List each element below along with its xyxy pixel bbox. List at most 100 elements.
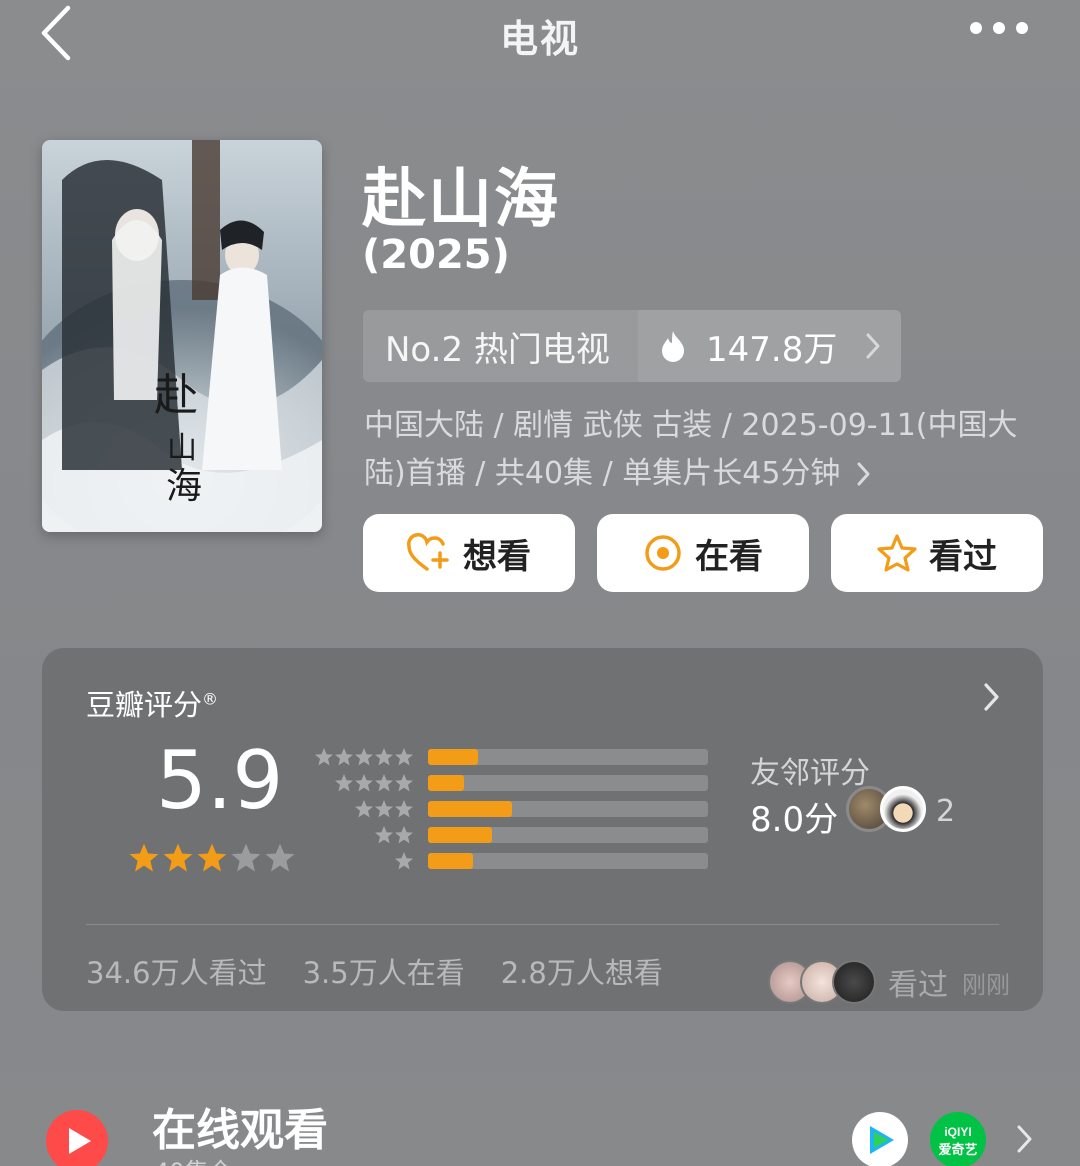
dot-icon: [970, 22, 982, 34]
show-meta[interactable]: 中国大陆 / 剧情 武侠 古装 / 2025-09-11(中国大 陆)首播 / …: [364, 402, 1044, 498]
small-star-icon: [335, 748, 353, 766]
heat-count[interactable]: 147.8万: [638, 310, 901, 382]
small-star-icon: [375, 774, 393, 792]
rating-bar-track: [428, 749, 708, 765]
rating-bar-fill: [428, 827, 493, 843]
friend-count: 2: [936, 794, 956, 829]
divider: [86, 924, 999, 925]
friend-avatars[interactable]: [846, 786, 926, 832]
svg-text:山: 山: [167, 431, 197, 466]
watched-count: 34.6万人看过: [86, 956, 267, 990]
star-filled-icon: [197, 843, 227, 872]
small-star-icon: [355, 748, 373, 766]
rating-bar-row: [314, 744, 708, 770]
watch-stats: 34.6万人看过 3.5万人在看 2.8万人想看: [86, 950, 663, 992]
bar-star-label: [314, 747, 414, 767]
target-icon: [645, 535, 681, 571]
small-star-icon: [375, 826, 393, 844]
page-title: 电视: [499, 17, 580, 61]
dot-icon: [1016, 22, 1028, 34]
small-star-icon: [375, 748, 393, 766]
svg-text:爱奇艺: 爱奇艺: [938, 1142, 977, 1158]
small-star-icon: [355, 774, 373, 792]
rank-label: No.2 热门电视: [385, 329, 610, 370]
poster-image[interactable]: 赴 山 海: [42, 140, 322, 532]
rating-bar-fill: [428, 853, 473, 869]
rating-distribution: [314, 744, 708, 874]
rating-score: 5.9: [156, 734, 284, 827]
rating-title-text: 豆瓣评分: [86, 688, 203, 722]
rating-bar-row: [314, 848, 708, 874]
watched-label: 看过: [929, 536, 997, 577]
watched-button[interactable]: 看过: [831, 514, 1043, 592]
play-icon[interactable]: [46, 1110, 108, 1166]
star-empty-icon: [231, 843, 261, 872]
avatar: [832, 960, 876, 1004]
rating-bar-track: [428, 775, 708, 791]
small-star-icon: [315, 748, 333, 766]
tencent-video-icon[interactable]: [852, 1112, 908, 1166]
more-button[interactable]: [970, 22, 1028, 34]
chevron-right-icon[interactable]: [983, 682, 1001, 712]
rating-bar-fill: [428, 801, 512, 817]
online-watch-title[interactable]: 在线观看: [152, 1094, 328, 1158]
rating-bar-track: [428, 827, 708, 843]
chevron-right-icon: [857, 462, 870, 486]
bar-star-label: [314, 799, 414, 819]
small-star-icon: [395, 748, 413, 766]
score-stars: [128, 842, 296, 874]
small-star-icon: [395, 800, 413, 818]
small-star-icon: [395, 774, 413, 792]
star-empty-icon: [265, 843, 295, 872]
online-watch-subtitle: 40集全: [154, 1152, 233, 1166]
star-filled-icon: [163, 843, 193, 872]
small-star-icon: [395, 852, 413, 870]
recent-time: 刚刚: [962, 970, 1010, 999]
recent-activity[interactable]: 看过 刚刚: [768, 960, 1010, 1004]
friend-rating-score: 8.0分: [750, 800, 839, 840]
watching-button[interactable]: 在看: [597, 514, 809, 592]
bar-star-label: [314, 825, 414, 845]
iqiyi-icon[interactable]: iQIYI 爱奇艺: [930, 1112, 986, 1166]
recent-label: 看过: [888, 968, 948, 1003]
svg-text:海: 海: [166, 466, 202, 507]
small-star-icon: [395, 826, 413, 844]
app-page: 电视 赴 山 海 赴山海 (2025) No.2 热门电视 147.8万 中国大…: [0, 0, 1080, 1166]
heat-value: 147.8万: [706, 329, 838, 370]
rating-bar-row: [314, 822, 708, 848]
heart-plus-icon: [407, 533, 449, 571]
small-star-icon: [375, 800, 393, 818]
rating-bar-row: [314, 796, 708, 822]
watching-count: 3.5万人在看: [302, 956, 465, 990]
rating-title: 豆瓣评分®: [86, 688, 219, 722]
rating-bar-fill: [428, 775, 465, 791]
rating-bar-track: [428, 801, 708, 817]
rating-bar-row: [314, 770, 708, 796]
svg-text:iQIYI: iQIYI: [944, 1125, 971, 1139]
want-count: 2.8万人想看: [500, 956, 663, 990]
rank-badge[interactable]: No.2 热门电视 147.8万: [363, 310, 901, 382]
small-star-icon: [335, 774, 353, 792]
avatar: [880, 786, 926, 832]
dot-icon: [993, 22, 1005, 34]
watching-label: 在看: [695, 536, 763, 577]
rating-card[interactable]: 豆瓣评分® 5.9 友邻评分 8.0分 2 34.6万人看过 3.5万人在看 2…: [42, 648, 1043, 1011]
meta-line: 陆)首播 / 共40集 / 单集片长45分钟: [364, 450, 1044, 498]
want-label: 想看: [463, 536, 531, 577]
rating-bar-fill: [428, 749, 479, 765]
meta-line-text: 陆)首播 / 共40集 / 单集片长45分钟: [364, 456, 841, 491]
chevron-right-icon[interactable]: [1016, 1124, 1034, 1154]
meta-line: 中国大陆 / 剧情 武侠 古装 / 2025-09-11(中国大: [364, 408, 1018, 443]
bar-star-label: [314, 851, 414, 871]
want-button[interactable]: 想看: [363, 514, 575, 592]
rating-bar-track: [428, 853, 708, 869]
show-year: (2025): [362, 232, 510, 278]
svg-text:赴: 赴: [154, 370, 198, 421]
star-filled-icon: [129, 843, 159, 872]
show-title: 赴山海: [362, 163, 560, 237]
bar-star-label: [314, 773, 414, 793]
small-star-icon: [355, 800, 373, 818]
chevron-right-icon: [866, 333, 880, 359]
star-outline-icon: [877, 534, 917, 572]
flame-icon: [662, 331, 684, 362]
